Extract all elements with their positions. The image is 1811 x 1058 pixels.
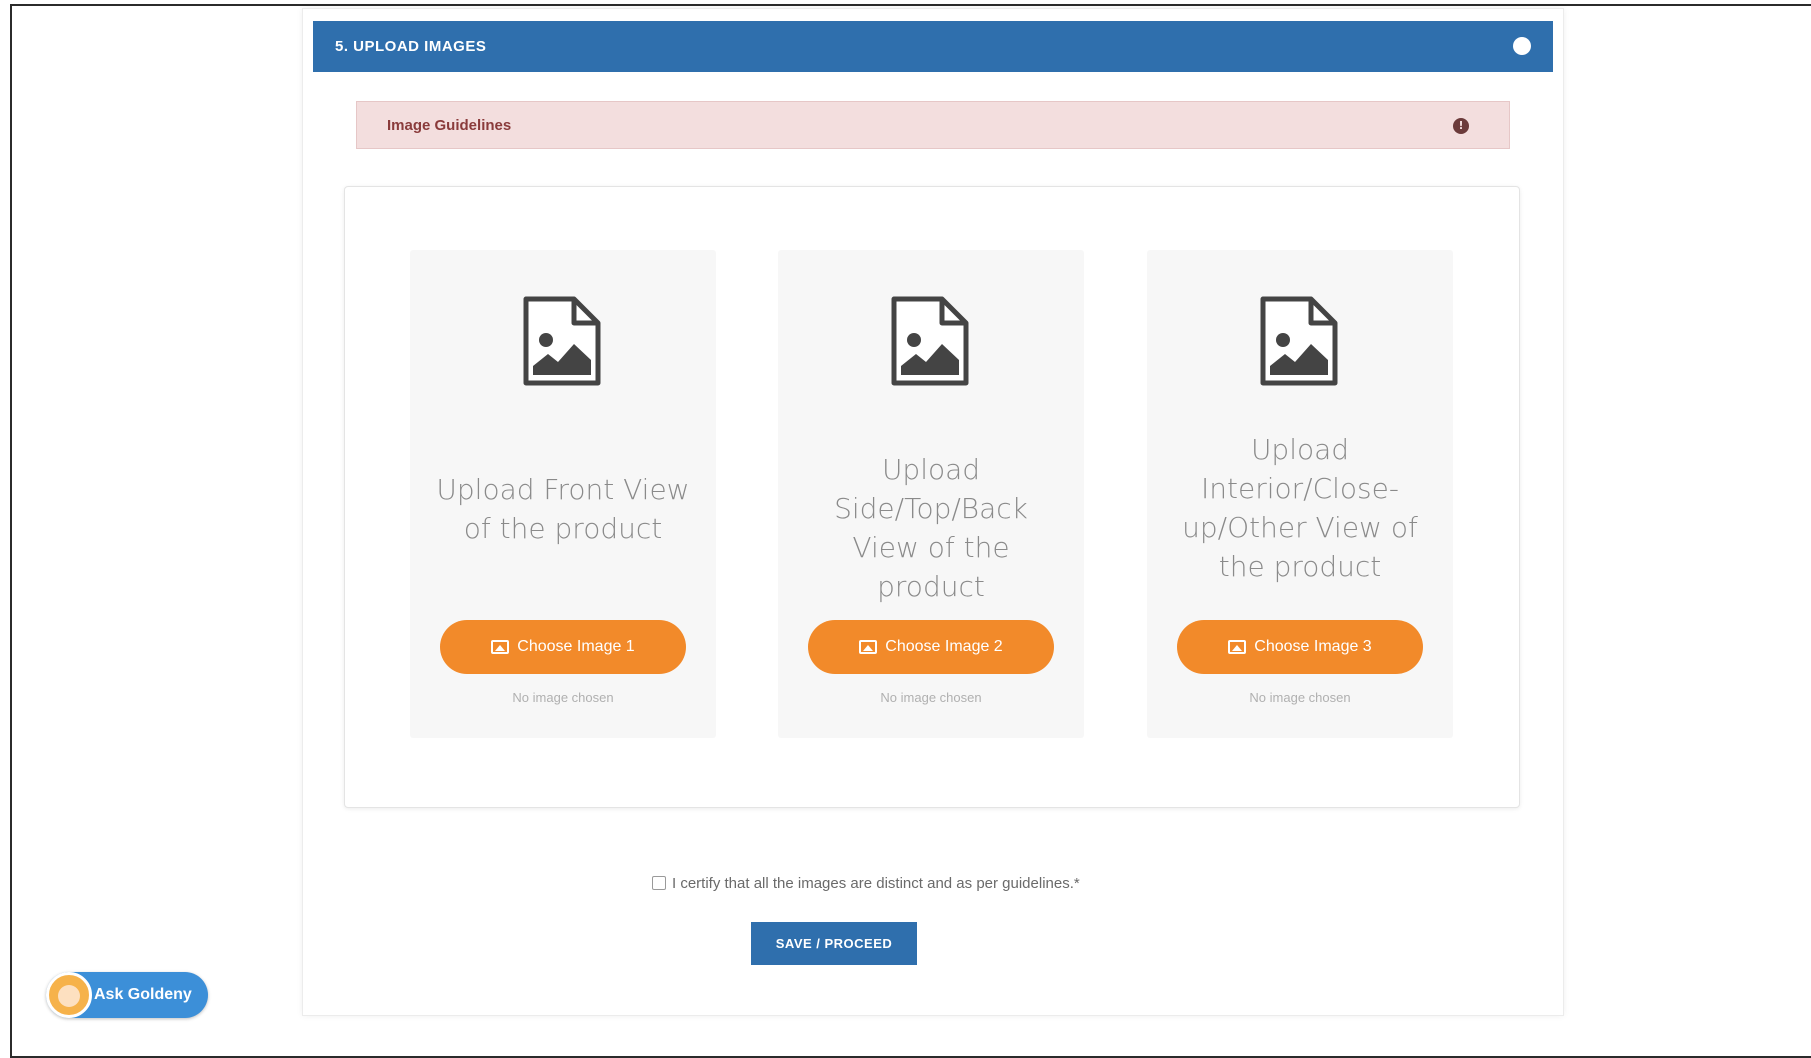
certify-label: I certify that all the images are distin… <box>672 874 1080 892</box>
image-guidelines-bar[interactable]: Image Guidelines ! <box>356 101 1510 149</box>
image-icon <box>1228 640 1247 654</box>
guidelines-title: Image Guidelines <box>387 116 512 134</box>
image-file-icon <box>1260 296 1338 386</box>
assistant-avatar-icon <box>46 972 92 1018</box>
upload-card-front: Upload Front View of the product Choose … <box>410 250 716 738</box>
upload-card-label: Upload Side/Top/Back View of the product <box>834 453 1028 603</box>
choose-image-1-label: Choose Image 1 <box>517 638 635 655</box>
certify-row: I certify that all the images are distin… <box>652 873 1080 893</box>
choose-image-3-button[interactable]: Choose Image 3 <box>1177 620 1423 674</box>
upload-card-interior: Upload Interior/Close-up/Other View of t… <box>1147 250 1453 738</box>
upload-card-label: Upload Front View of the product <box>436 473 690 545</box>
file-status: No image chosen <box>512 690 614 705</box>
section-title: 5. UPLOAD IMAGES <box>335 38 487 55</box>
file-status: No image chosen <box>1249 690 1351 705</box>
info-icon[interactable]: ! <box>1453 118 1469 134</box>
choose-image-2-button[interactable]: Choose Image 2 <box>808 620 1054 674</box>
upload-card-label: Upload Interior/Close-up/Other View of t… <box>1182 433 1418 583</box>
image-icon <box>491 640 510 654</box>
save-proceed-button[interactable]: SAVE / PROCEED <box>751 922 917 965</box>
ask-assistant-button[interactable]: Ask Goldeny <box>46 972 208 1018</box>
image-icon <box>859 640 878 654</box>
file-status: No image chosen <box>880 690 982 705</box>
choose-image-3-label: Choose Image 3 <box>1254 638 1372 655</box>
choose-image-1-button[interactable]: Choose Image 1 <box>440 620 686 674</box>
certify-checkbox[interactable] <box>652 876 666 890</box>
image-file-icon <box>523 296 601 386</box>
choose-image-2-label: Choose Image 2 <box>885 638 1003 655</box>
upload-card-side: Upload Side/Top/Back View of the product… <box>778 250 1084 738</box>
collapse-icon[interactable] <box>1513 37 1531 55</box>
section-header[interactable]: 5. UPLOAD IMAGES <box>313 21 1553 72</box>
ask-assistant-label: Ask Goldeny <box>94 986 192 1003</box>
image-file-icon <box>891 296 969 386</box>
